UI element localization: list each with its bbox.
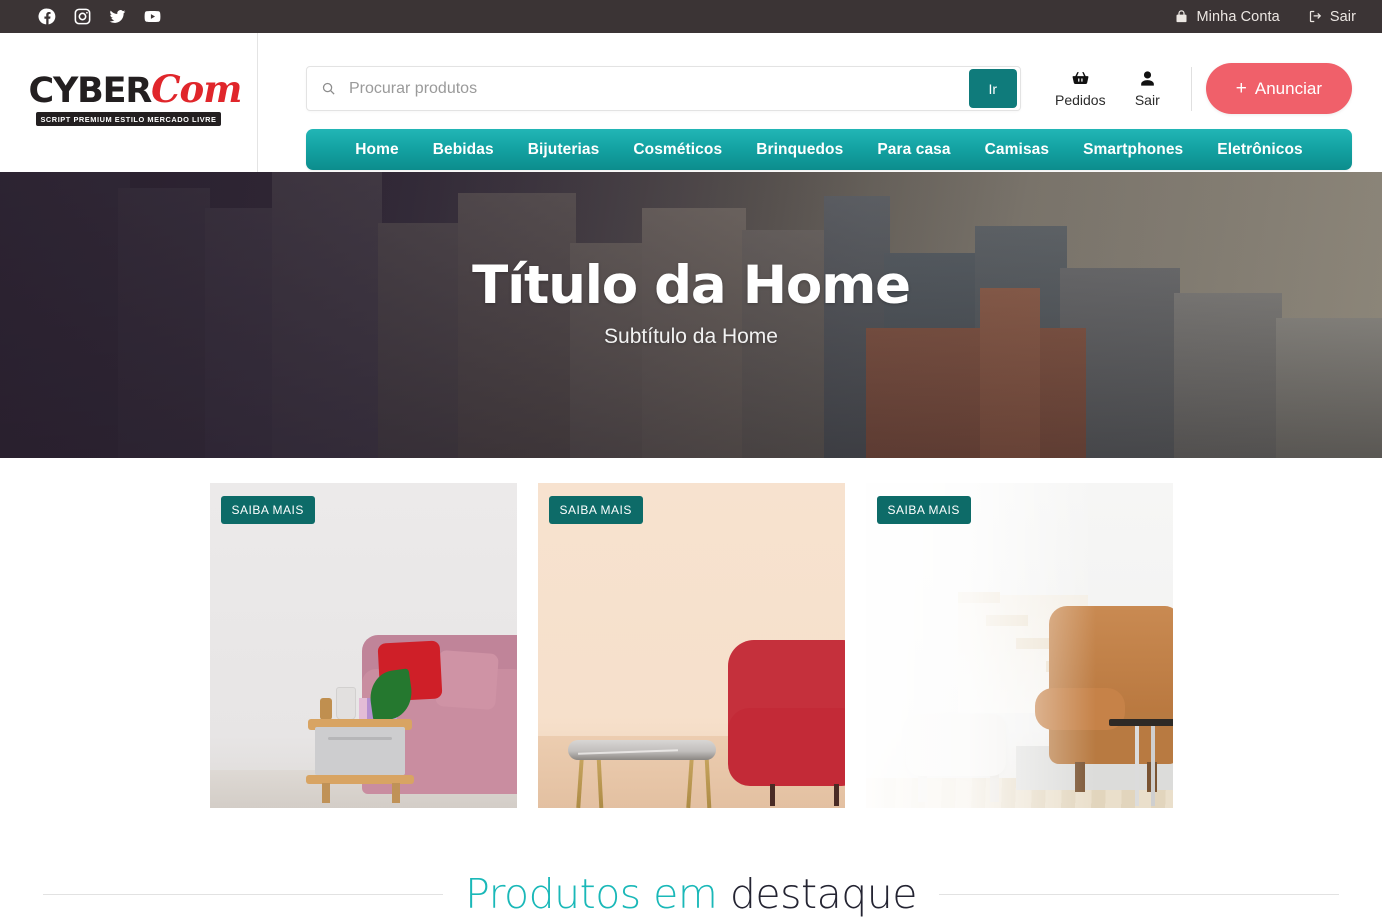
nav-item-camisas[interactable]: Camisas — [968, 141, 1066, 159]
promo-card[interactable]: SAIBA MAIS — [865, 483, 1173, 808]
header-actions: Pedidos Sair + Anunciar — [1047, 63, 1352, 114]
hero-subtitle: Subtítulo da Home — [604, 325, 778, 348]
search-bar[interactable]: Ir — [306, 66, 1021, 111]
saiba-mais-badge[interactable]: SAIBA MAIS — [548, 496, 643, 524]
nav-item-home[interactable]: Home — [338, 141, 415, 159]
nav-item-smartphones[interactable]: Smartphones — [1066, 141, 1200, 159]
pedidos-label: Pedidos — [1054, 92, 1106, 108]
top-bar: Minha Conta Sair — [0, 0, 1382, 33]
nav-item-bebidas[interactable]: Bebidas — [416, 141, 511, 159]
search-input[interactable] — [349, 67, 969, 110]
pedidos-button[interactable]: Pedidos — [1047, 69, 1114, 108]
twitter-icon[interactable] — [108, 7, 127, 26]
logo-link[interactable]: CYBERCom SCRIPT PREMIUM ESTILO MERCADO L… — [0, 33, 258, 172]
divider-left — [43, 893, 444, 895]
sair-label-top: Sair — [1329, 8, 1356, 25]
featured-section-header: Produtos em destaque — [0, 870, 1382, 918]
promo-card-image-2 — [537, 483, 845, 808]
featured-title-accent: Produtos em — [465, 870, 718, 918]
promo-card-image-3 — [865, 483, 1173, 808]
search-submit-button[interactable]: Ir — [968, 69, 1017, 108]
nav-item-cosmeticos[interactable]: Cosméticos — [616, 141, 739, 159]
saiba-mais-badge[interactable]: SAIBA MAIS — [220, 496, 315, 524]
instagram-icon[interactable] — [73, 7, 92, 26]
hero-banner: Título da Home Subtítulo da Home — [0, 172, 1382, 458]
minha-conta-label: Minha Conta — [1196, 8, 1280, 25]
logo-tagline: SCRIPT PREMIUM ESTILO MERCADO LIVRE — [36, 112, 221, 126]
sair-button[interactable]: Sair — [1114, 69, 1181, 108]
nav-item-bijuterias[interactable]: Bijuterias — [511, 141, 617, 159]
minha-conta-link[interactable]: Minha Conta — [1174, 8, 1280, 25]
featured-section-title: Produtos em destaque — [465, 870, 917, 918]
hero-content: Título da Home Subtítulo da Home — [0, 172, 1382, 458]
search-icon — [307, 67, 349, 110]
nav-item-brinquedos[interactable]: Brinquedos — [739, 141, 860, 159]
main-navigation: Home Bebidas Bijuterias Cosméticos Brinq… — [306, 129, 1352, 170]
sign-out-icon — [1309, 10, 1321, 23]
nav-item-para-casa[interactable]: Para casa — [860, 141, 967, 159]
promo-card[interactable]: SAIBA MAIS — [209, 483, 517, 808]
promo-card[interactable]: SAIBA MAIS — [537, 483, 845, 808]
anunciar-button[interactable]: + Anunciar — [1205, 63, 1352, 114]
promo-card-list: SAIBA MAIS SAIBA MAIS SAIBA MAIS — [0, 458, 1382, 808]
header-main: Ir Pedidos Sair + Anunciar Home — [258, 33, 1382, 172]
facebook-icon[interactable] — [38, 7, 57, 26]
anunciar-label: Anunciar — [1254, 78, 1322, 98]
logo-wordmark: CYBERCom — [28, 70, 243, 111]
nav-item-eletronicos[interactable]: Eletrônicos — [1200, 141, 1320, 159]
hero-title: Título da Home — [472, 255, 911, 316]
featured-title-rest: destaque — [729, 870, 918, 918]
logo: CYBERCom SCRIPT PREMIUM ESTILO MERCADO L… — [28, 70, 243, 127]
header-divider — [1190, 66, 1192, 111]
social-links — [0, 7, 162, 26]
sair-label: Sair — [1134, 92, 1160, 108]
user-icon — [1140, 71, 1154, 86]
logo-secondary-text: Com — [151, 66, 242, 111]
sair-link-top[interactable]: Sair — [1308, 9, 1356, 25]
divider-right — [938, 893, 1339, 895]
lock-icon — [1176, 10, 1187, 23]
top-bar-links: Minha Conta Sair — [1174, 9, 1364, 25]
youtube-icon[interactable] — [143, 7, 162, 26]
logo-primary-text: CYBER — [28, 70, 153, 111]
plus-icon: + — [1235, 78, 1247, 99]
search-row: Ir Pedidos Sair + Anunciar — [306, 63, 1352, 114]
basket-icon — [1072, 72, 1089, 85]
saiba-mais-badge[interactable]: SAIBA MAIS — [876, 496, 971, 524]
promo-card-image-1 — [209, 483, 517, 808]
site-header: CYBERCom SCRIPT PREMIUM ESTILO MERCADO L… — [0, 33, 1382, 172]
